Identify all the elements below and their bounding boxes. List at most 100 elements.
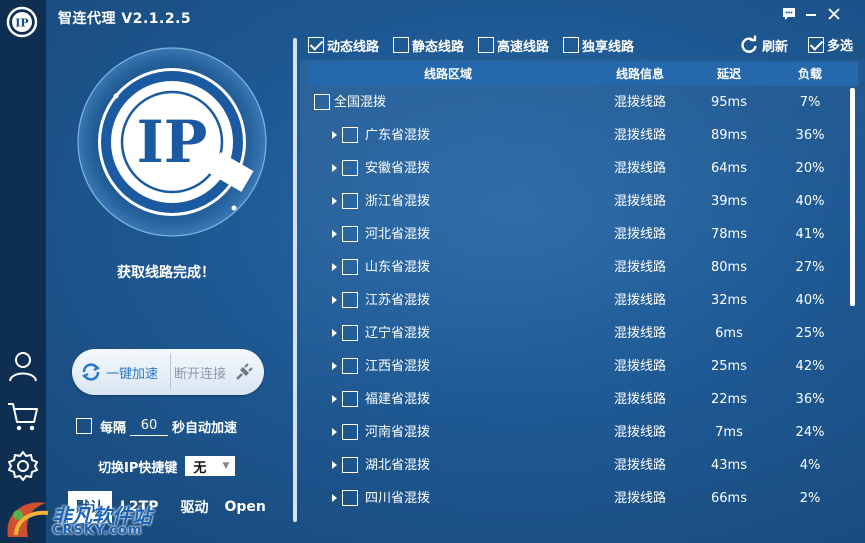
panel-splitter[interactable] bbox=[293, 38, 297, 522]
filter-dynamic-checkbox[interactable] bbox=[308, 37, 324, 53]
table-row[interactable]: 浙江省混拨 混拨线路 39ms 40% bbox=[308, 185, 848, 218]
row-region: 江苏省混拨 bbox=[365, 293, 431, 308]
row-region: 福建省混拨 bbox=[365, 392, 431, 407]
row-latency: 80ms bbox=[711, 260, 747, 275]
table-row[interactable]: 四川省混拨 混拨线路 66ms 2% bbox=[308, 482, 848, 515]
multi-select-checkbox[interactable] bbox=[808, 36, 824, 53]
row-checkbox[interactable] bbox=[342, 358, 358, 374]
auto-accelerate-checkbox[interactable] bbox=[76, 418, 92, 434]
row-checkbox[interactable] bbox=[342, 193, 358, 209]
table-row[interactable]: 广东省混拨 混拨线路 89ms 36% bbox=[308, 119, 848, 152]
row-checkbox[interactable] bbox=[314, 94, 330, 110]
row-region: 全国混拨 bbox=[334, 95, 387, 110]
row-latency: 64ms bbox=[711, 161, 747, 176]
multi-select-label: 多选 bbox=[827, 39, 854, 54]
table-row[interactable]: 江西省混拨 混拨线路 25ms 42% bbox=[308, 350, 848, 383]
row-latency: 89ms bbox=[711, 128, 747, 143]
settings-button[interactable] bbox=[5, 448, 41, 484]
row-checkbox[interactable] bbox=[342, 391, 358, 407]
row-checkbox[interactable] bbox=[342, 325, 358, 341]
filter-highspeed-checkbox[interactable] bbox=[478, 37, 495, 53]
row-checkbox[interactable] bbox=[342, 457, 358, 473]
filter-exclusive-checkbox[interactable] bbox=[563, 37, 580, 53]
filter-static[interactable]: 静态线路 bbox=[393, 36, 464, 55]
row-info: 混拨线路 bbox=[613, 161, 666, 176]
row-checkbox[interactable] bbox=[342, 226, 358, 242]
protocol-tab-driver[interactable]: 驱动 bbox=[172, 491, 216, 523]
account-button[interactable] bbox=[5, 348, 41, 384]
expand-arrow-icon[interactable] bbox=[332, 362, 337, 370]
shop-button[interactable] bbox=[5, 398, 41, 434]
row-info: 混拨线路 bbox=[613, 293, 666, 308]
header-info: 线路信息 bbox=[615, 67, 664, 81]
expand-arrow-icon[interactable] bbox=[332, 131, 337, 139]
table-row[interactable]: 辽宁省混拨 混拨线路 6ms 25% bbox=[308, 317, 848, 350]
expand-arrow-icon[interactable] bbox=[332, 230, 337, 238]
expand-arrow-icon[interactable] bbox=[332, 329, 337, 337]
expand-arrow-icon[interactable] bbox=[332, 263, 337, 271]
multi-select-toggle[interactable]: 多选 bbox=[808, 35, 853, 54]
row-latency: 43ms bbox=[711, 458, 747, 473]
row-region: 广东省混拨 bbox=[365, 128, 431, 143]
row-checkbox[interactable] bbox=[342, 127, 358, 143]
refresh-button[interactable]: 刷新 bbox=[739, 35, 788, 55]
ip-logo: IP bbox=[77, 47, 267, 237]
row-load: 2% bbox=[799, 491, 821, 506]
row-info: 混拨线路 bbox=[613, 425, 666, 440]
expand-arrow-icon[interactable] bbox=[332, 197, 337, 205]
minimize-button[interactable] bbox=[801, 5, 821, 23]
filter-highspeed[interactable]: 高速线路 bbox=[478, 36, 549, 55]
line-filters: 动态线路 静态线路 高速线路 独享线路 bbox=[308, 36, 648, 55]
row-load: 42% bbox=[795, 359, 825, 374]
hotkey-select[interactable]: 无 ▼ bbox=[185, 456, 236, 476]
table-scrollbar[interactable] bbox=[848, 86, 856, 517]
expand-arrow-icon[interactable] bbox=[332, 296, 337, 304]
row-latency: 66ms bbox=[711, 491, 747, 506]
pill-divider bbox=[170, 354, 171, 390]
table-row[interactable]: 全国混拨 混拨线路 95ms 7% bbox=[308, 86, 848, 119]
row-info: 混拨线路 bbox=[613, 458, 666, 473]
chat-icon bbox=[783, 8, 795, 20]
scrollbar-thumb[interactable] bbox=[850, 88, 855, 306]
row-checkbox[interactable] bbox=[342, 490, 358, 506]
table-row[interactable]: 安徽省混拨 混拨线路 64ms 20% bbox=[308, 152, 848, 185]
table-row[interactable]: 江苏省混拨 混拨线路 32ms 40% bbox=[308, 284, 848, 317]
expand-arrow-icon[interactable] bbox=[332, 428, 337, 436]
table-row[interactable]: 河南省混拨 混拨线路 7ms 24% bbox=[308, 416, 848, 449]
table-row[interactable]: 福建省混拨 混拨线路 22ms 36% bbox=[308, 383, 848, 416]
row-checkbox[interactable] bbox=[342, 292, 358, 308]
filter-static-label: 静态线路 bbox=[412, 39, 465, 55]
row-region: 江西省混拨 bbox=[365, 359, 431, 374]
hotkey-value: 无 bbox=[193, 460, 207, 476]
connect-label: 一键加速 bbox=[106, 366, 159, 382]
expand-arrow-icon[interactable] bbox=[332, 395, 337, 403]
table-row[interactable]: 山东省混拨 混拨线路 80ms 27% bbox=[308, 251, 848, 284]
filter-dynamic[interactable]: 动态线路 bbox=[308, 36, 379, 55]
row-latency: 39ms bbox=[711, 194, 747, 209]
row-checkbox[interactable] bbox=[342, 424, 358, 440]
row-checkbox[interactable] bbox=[342, 160, 358, 176]
filter-static-checkbox[interactable] bbox=[393, 37, 410, 53]
logo-text: IP bbox=[137, 108, 208, 176]
row-checkbox[interactable] bbox=[342, 259, 358, 275]
row-load: 20% bbox=[795, 161, 825, 176]
close-button[interactable] bbox=[824, 5, 844, 23]
table-row[interactable]: 河北省混拨 混拨线路 78ms 41% bbox=[308, 218, 848, 251]
expand-arrow-icon[interactable] bbox=[332, 494, 337, 502]
auto-prefix: 每隔 bbox=[100, 420, 127, 436]
filter-exclusive[interactable]: 独享线路 bbox=[563, 36, 634, 55]
disconnect-button[interactable]: 断开连接 bbox=[172, 349, 264, 395]
feedback-button[interactable] bbox=[779, 5, 799, 23]
auto-interval-input[interactable] bbox=[130, 416, 169, 436]
connect-button[interactable]: 一键加速 bbox=[72, 349, 170, 395]
minimize-icon bbox=[806, 14, 816, 16]
protocol-tab-open[interactable]: Open bbox=[216, 491, 273, 523]
row-region: 山东省混拨 bbox=[365, 260, 431, 275]
table-row[interactable]: 湖北省混拨 混拨线路 43ms 4% bbox=[308, 449, 848, 482]
expand-arrow-icon[interactable] bbox=[332, 164, 337, 172]
gear-icon bbox=[8, 451, 38, 481]
connect-control: 一键加速 断开连接 bbox=[72, 349, 264, 395]
expand-arrow-icon[interactable] bbox=[332, 461, 337, 469]
filter-dynamic-label: 动态线路 bbox=[327, 39, 380, 55]
row-region: 安徽省混拨 bbox=[365, 161, 431, 176]
